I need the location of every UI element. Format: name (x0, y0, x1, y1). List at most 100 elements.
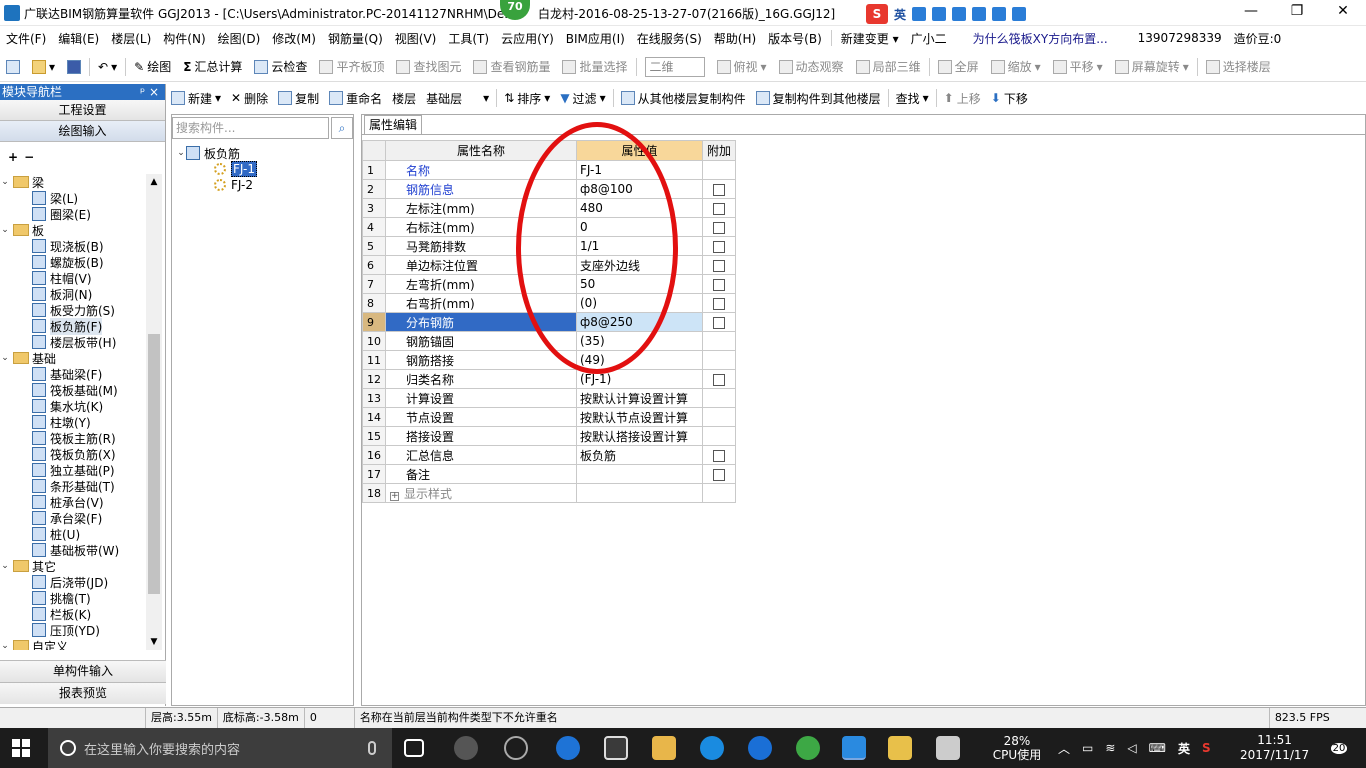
extra-checkbox[interactable] (713, 449, 725, 462)
pan-button[interactable]: 平移 ▾ (1047, 58, 1109, 75)
top-view-button[interactable]: 俯视 ▾ (711, 58, 773, 75)
nav-item[interactable]: 螺旋板(B) (0, 254, 146, 270)
collapse-icon[interactable]: ⌄ (0, 641, 10, 650)
ime-user-icon[interactable] (972, 7, 987, 21)
nav-item[interactable]: 基础梁(F) (0, 366, 146, 382)
close-button[interactable]: ✕ (1320, 0, 1366, 24)
price-beans[interactable]: 造价豆:0 (1228, 30, 1288, 47)
view-mode-select[interactable]: 二维 (639, 56, 711, 77)
undo-button[interactable]: ↶ ▾ (92, 60, 123, 74)
property-value-cell[interactable]: 板负筋 (576, 445, 703, 465)
nav-item[interactable]: 筏板负筋(X) (0, 446, 146, 462)
glodon-app-icon[interactable] (748, 736, 772, 760)
minimize-button[interactable]: — (1228, 0, 1274, 24)
nav-item[interactable]: 独立基础(P) (0, 462, 146, 478)
ime-skin-icon[interactable] (992, 7, 1007, 21)
ime-punct-icon[interactable] (912, 7, 927, 21)
refresh-app-icon[interactable] (796, 736, 820, 760)
menu-component[interactable]: 构件(N) (157, 30, 211, 47)
tray-ime-label[interactable]: 英 (1178, 740, 1190, 757)
project-settings-button[interactable]: 工程设置 (0, 100, 165, 121)
cpu-usage-widget[interactable]: 28% CPU使用 (992, 728, 1042, 768)
nav-item[interactable]: 基础板带(W) (0, 542, 146, 558)
expand-plus-icon[interactable]: + (390, 491, 399, 501)
menu-modify[interactable]: 修改(M) (266, 30, 322, 47)
sogou-icon[interactable]: S (866, 4, 888, 24)
nav-item[interactable]: 板洞(N) (0, 286, 146, 302)
nav-item[interactable]: 柱墩(Y) (0, 414, 146, 430)
new-file-button[interactable] (0, 59, 26, 74)
nav-item[interactable]: 压顶(YD) (0, 622, 146, 638)
view-rebar-button[interactable]: 查看钢筋量 (467, 58, 556, 75)
nav-item[interactable]: 梁(L) (0, 190, 146, 206)
sum-calc-button[interactable]: Σ 汇总计算 (177, 58, 248, 75)
extra-checkbox[interactable] (713, 278, 725, 291)
extra-checkbox[interactable] (713, 183, 725, 196)
nav-item[interactable]: 板负筋(F) (0, 317, 146, 335)
zoom-button[interactable]: 缩放 ▾ (985, 58, 1047, 75)
component-item[interactable]: FJ-1 (176, 161, 257, 177)
property-row[interactable]: 13 计算设置 按默认计算设置计算 (362, 388, 737, 408)
menu-online[interactable]: 在线服务(S) (631, 30, 708, 47)
nav-item[interactable]: 承台梁(F) (0, 510, 146, 526)
copy-from-floor-button[interactable]: 从其他楼层复制构件 (616, 90, 751, 107)
property-row[interactable]: 17 备注 (362, 464, 737, 484)
nav-item[interactable]: 集水坑(K) (0, 398, 146, 414)
scroll-down-icon[interactable]: ▼ (146, 634, 162, 650)
draw-button[interactable]: ✎ 绘图 (128, 58, 177, 75)
move-down-button[interactable]: ⬇ 下移 (986, 90, 1033, 107)
nav-item[interactable]: 柱帽(V) (0, 270, 146, 286)
find-element-button[interactable]: 查找图元 (390, 58, 467, 75)
extra-checkbox[interactable] (713, 297, 725, 310)
nav-group[interactable]: ⌄ 自定义 (0, 638, 146, 650)
scrollbar-thumb[interactable] (148, 334, 160, 594)
search-icon[interactable]: ⌕ (331, 117, 353, 139)
extra-checkbox[interactable] (713, 202, 725, 215)
nav-tree-scrollbar[interactable]: ▲ ▼ (146, 174, 162, 650)
menu-view[interactable]: 视图(V) (389, 30, 443, 47)
menu-help[interactable]: 帮助(H) (708, 30, 762, 47)
fullscreen-button[interactable]: 全屏 (932, 58, 985, 75)
collapse-all-icon[interactable]: − (24, 150, 34, 164)
nav-item[interactable]: 筏板主筋(R) (0, 430, 146, 446)
property-value-cell[interactable] (576, 483, 703, 503)
new-change-menu[interactable]: 新建变更 ▾ (835, 30, 905, 47)
keyboard-icon[interactable]: ⌨ (1149, 741, 1166, 755)
ime-toolbar[interactable]: S 英 (866, 3, 1027, 25)
cloud-check-button[interactable]: 云检查 (248, 58, 313, 75)
nav-group[interactable]: ⌄ 其它 (0, 558, 146, 574)
nav-item[interactable]: 后浇带(JD) (0, 574, 146, 590)
windows-start-icon[interactable] (12, 739, 30, 757)
property-value-cell[interactable]: 按默认节点设置计算 (576, 407, 703, 427)
fan-app-icon[interactable] (454, 736, 478, 760)
select-floor-button[interactable]: 选择楼层 (1200, 58, 1277, 75)
property-row[interactable]: 18 + 显示样式 (362, 483, 737, 503)
rename-button[interactable]: 重命名 (324, 90, 387, 107)
nav-item[interactable]: 条形基础(T) (0, 478, 146, 494)
microphone-icon[interactable] (368, 741, 376, 755)
nav-item[interactable]: 筏板基础(M) (0, 382, 146, 398)
property-row[interactable]: 16 汇总信息 板负筋 (362, 445, 737, 465)
restore-button[interactable]: ❐ (1274, 0, 1320, 24)
nav-item[interactable]: 圈梁(E) (0, 206, 146, 222)
sogou-tray-icon[interactable]: S (1202, 741, 1211, 755)
task-view-icon[interactable] (404, 739, 424, 757)
new-component-button[interactable]: 新建 ▾ (166, 90, 226, 107)
property-row[interactable]: 15 搭接设置 按默认搭接设置计算 (362, 426, 737, 446)
sort-button[interactable]: ⇅ 排序 ▾ (499, 90, 555, 107)
tab-property-edit[interactable]: 属性编辑 (364, 115, 423, 135)
dynamic-view-button[interactable]: 动态观察 (773, 58, 850, 75)
notes-app-icon[interactable] (888, 736, 912, 760)
copy-to-floor-button[interactable]: 复制构件到其他楼层 (751, 90, 886, 107)
scroll-up-icon[interactable]: ▲ (146, 174, 162, 190)
nav-item[interactable]: 楼层板带(H) (0, 334, 146, 350)
move-up-button[interactable]: ⬆ 上移 (939, 90, 986, 107)
tray-expand-icon[interactable]: ︿ (1058, 740, 1070, 757)
nav-item[interactable]: 栏板(K) (0, 606, 146, 622)
help-app-icon[interactable] (936, 736, 960, 760)
extra-checkbox[interactable] (713, 221, 725, 234)
clock[interactable]: 11:51 2017/11/17 (1240, 728, 1309, 768)
sync-app-icon[interactable] (504, 736, 528, 760)
extra-checkbox[interactable] (713, 259, 725, 272)
store-icon[interactable] (604, 736, 628, 760)
